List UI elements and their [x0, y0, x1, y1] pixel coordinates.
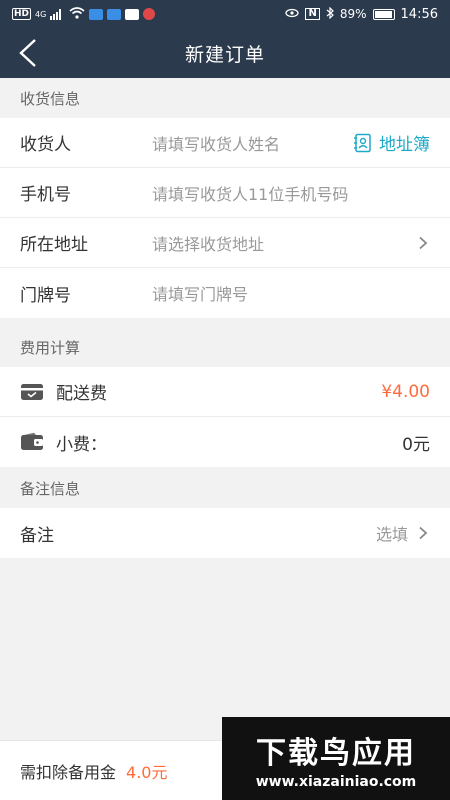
remark-value[interactable]: 选填: [376, 521, 408, 545]
receiver-address-row[interactable]: 所在地址 请选择收货地址: [0, 218, 450, 268]
receiver-group: 收货人 请填写收货人姓名 地址簿 手机号 请填写收货人11位手机号码 所在地址 …: [0, 118, 450, 318]
nav-bar: 新建订单: [0, 28, 450, 78]
network-gen: 4G: [35, 9, 47, 19]
app-notification-icon: [107, 8, 122, 20]
receiver-doorplate-row[interactable]: 门牌号 请填写门牌号: [0, 268, 450, 318]
address-book-label: 地址簿: [379, 135, 430, 155]
wallet-card-icon: [21, 383, 43, 400]
fee-group: 配送费 ¥4.00 小费： 0元: [0, 367, 450, 467]
chevron-left-icon: [19, 39, 36, 67]
status-right: N 89% 14:56: [285, 6, 438, 22]
receiver-address-label: 所在地址: [20, 235, 88, 255]
receiver-phone-label: 手机号: [20, 185, 71, 205]
page-title: 新建订单: [184, 43, 265, 66]
signal-icon: [50, 8, 62, 20]
back-button[interactable]: [8, 28, 48, 78]
network-type: HD: [12, 8, 32, 20]
receiver-phone-row[interactable]: 手机号 请填写收货人11位手机号码: [0, 168, 450, 218]
receiver-doorplate-input[interactable]: 请填写门牌号: [152, 281, 430, 305]
chevron-right-icon: [419, 236, 428, 249]
receiver-name-input[interactable]: 请填写收货人姓名: [152, 131, 353, 155]
delivery-fee-label: 配送费: [56, 384, 107, 404]
remark-label: 备注: [20, 525, 54, 546]
receiver-name-label: 收货人: [20, 135, 71, 155]
battery-percent: 89%: [339, 7, 367, 21]
app-notification-icon: [125, 8, 140, 20]
tip-row[interactable]: 小费： 0元: [0, 417, 450, 467]
receiver-address-select[interactable]: 请选择收货地址: [152, 231, 416, 255]
tip-value[interactable]: 0元: [402, 430, 430, 455]
chevron-right-icon: [419, 526, 428, 540]
bluetooth-icon: [326, 6, 334, 22]
remark-group: 备注 选填: [0, 508, 450, 558]
section-title-fee: 费用计算: [20, 338, 81, 357]
tip-label: 小费：: [56, 434, 107, 455]
section-title-remark: 备注信息: [20, 479, 81, 498]
receiver-doorplate-label: 门牌号: [20, 285, 71, 306]
clock: 14:56: [400, 6, 438, 22]
address-book-button[interactable]: 地址簿: [353, 130, 430, 155]
delivery-fee-row: 配送费 ¥4.00: [0, 367, 450, 417]
watermark-logo: 下载鸟应用 www.xiazainiao.com: [222, 717, 450, 800]
delivery-fee-value: ¥4.00: [381, 381, 430, 402]
nfc-icon: N: [305, 8, 320, 20]
watermark-url: www.xiazainiao.com: [255, 773, 417, 790]
status-left: HD 4G: [12, 6, 156, 22]
battery-icon: [372, 8, 395, 20]
remark-row[interactable]: 备注 选填: [0, 508, 450, 558]
wallet-icon: [21, 432, 43, 450]
contacts-icon: [354, 133, 371, 152]
status-bar: HD 4G N 89% 14:56: [0, 0, 450, 28]
app-notification-icon: [143, 8, 156, 20]
app-notification-icon: [89, 8, 104, 20]
reserve-deduction-label: 需扣除备用金: [20, 762, 117, 782]
receiver-name-row[interactable]: 收货人 请填写收货人姓名 地址簿: [0, 118, 450, 168]
section-title-receiver: 收货信息: [20, 89, 81, 108]
eye-icon: [285, 7, 300, 21]
watermark-title: 下载鸟应用: [256, 735, 416, 771]
receiver-phone-input[interactable]: 请填写收货人11位手机号码: [152, 181, 430, 205]
reserve-deduction-amount: 4.0元: [126, 762, 168, 782]
wifi-icon: [69, 6, 85, 22]
